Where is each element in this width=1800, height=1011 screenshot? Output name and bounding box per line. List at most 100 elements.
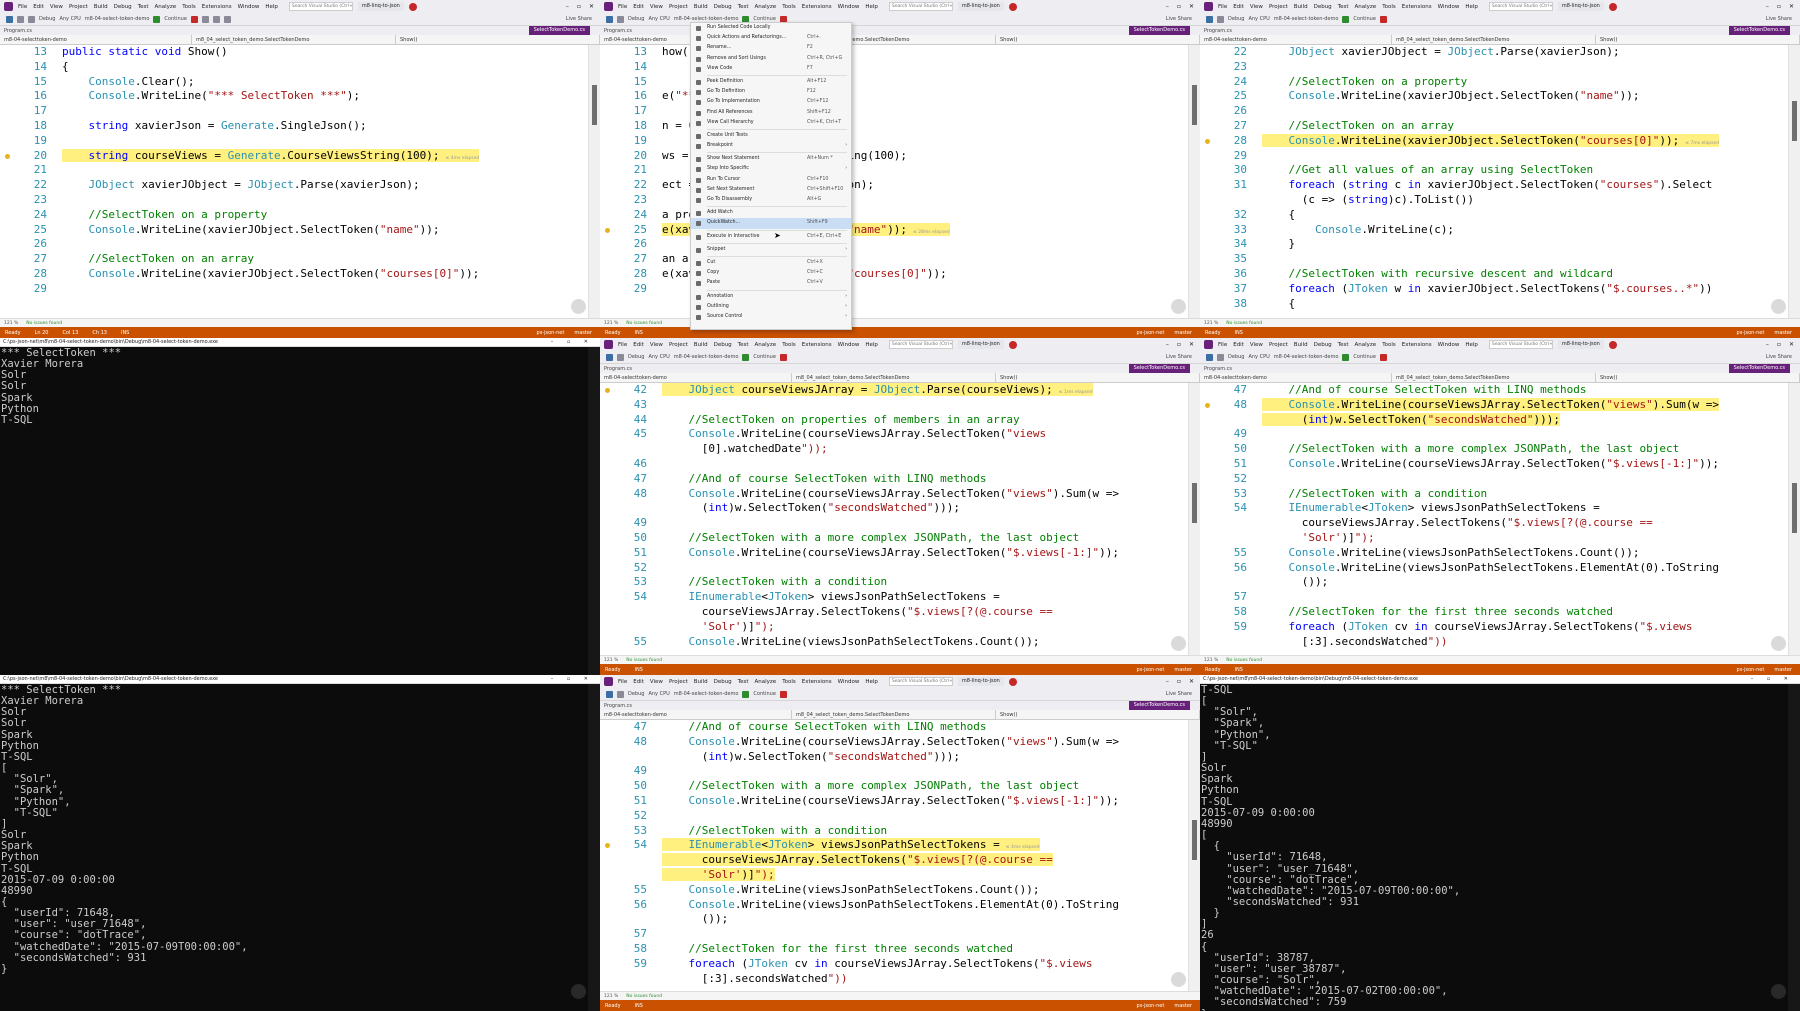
platform-select[interactable]: Any CPU <box>648 691 669 697</box>
search-input[interactable]: Search Visual Studio (Ctrl+Q) <box>888 2 953 11</box>
minimize-icon[interactable]: – <box>566 3 569 10</box>
code-line[interactable]: 27 //SelectToken on an array <box>1200 119 1788 134</box>
code-line[interactable]: 48 Console.WriteLine(courseViewsJArray.S… <box>600 487 1188 502</box>
window-controls[interactable]: – ▫ ✕ <box>1766 341 1800 348</box>
code-line[interactable]: 50 //SelectToken with a more complex JSO… <box>600 531 1188 546</box>
avatar[interactable] <box>1608 2 1617 11</box>
platform-select[interactable]: Any CPU <box>1248 354 1269 360</box>
code-line[interactable]: 20 string courseViews = Generate.CourseV… <box>0 148 588 164</box>
code-line[interactable]: 54 IEnumerable<JToken> viewsJsonPathSele… <box>600 590 1188 605</box>
forward-icon[interactable] <box>1217 15 1224 23</box>
close-icon[interactable]: ✕ <box>1789 341 1794 348</box>
code-line[interactable]: 14 { <box>0 60 588 75</box>
zoom-level[interactable]: 121 % <box>1204 321 1218 326</box>
tab-program[interactable]: Program.cs <box>1200 366 1232 372</box>
tab-program[interactable]: Program.cs <box>600 703 632 709</box>
menu-item-extensions[interactable]: Extensions <box>802 679 832 685</box>
menu-item-edit[interactable]: Edit <box>1233 342 1244 348</box>
play-icon[interactable] <box>742 353 750 361</box>
tab-program[interactable]: Program.cs <box>600 366 632 372</box>
avatar[interactable] <box>1008 2 1017 11</box>
menu-item-help[interactable]: Help <box>865 4 878 10</box>
context-menu-item-go-to-disassembly[interactable]: Go To Disassembly Alt+G <box>691 195 851 205</box>
current-statement-icon[interactable] <box>5 153 10 159</box>
back-icon[interactable] <box>606 15 613 23</box>
minimize-icon[interactable]: – <box>1766 341 1769 348</box>
menu-item-file[interactable]: File <box>1218 342 1227 348</box>
startup-project-select[interactable]: m8-04-select-token-demo <box>1274 16 1339 22</box>
code-line[interactable]: 15 Console.Clear(); <box>0 75 588 90</box>
menu-item-help[interactable]: Help <box>1465 342 1478 348</box>
status-branch[interactable]: master <box>1774 667 1792 673</box>
nav-method-dropdown[interactable]: Show() <box>996 373 1200 382</box>
menu-item-view[interactable]: View <box>650 679 663 685</box>
menu-item-file[interactable]: File <box>1218 4 1227 10</box>
window-controls[interactable]: – ▫ ✕ <box>1166 341 1200 348</box>
code-line[interactable]: 33 Console.WriteLine(c); <box>1200 223 1788 238</box>
back-icon[interactable] <box>606 690 613 698</box>
context-menu-item-annotation[interactable]: Annotation › <box>691 292 851 302</box>
context-menu-item-add-watch[interactable]: Add Watch <box>691 208 851 218</box>
menu-item-window[interactable]: Window <box>1438 342 1460 348</box>
code-line[interactable]: 26 <box>1200 104 1788 119</box>
zoom-level[interactable]: 121 % <box>4 321 18 326</box>
code-line[interactable]: 23 <box>600 193 1188 208</box>
close-icon[interactable]: ✕ <box>1189 341 1194 348</box>
code-line[interactable]: [:3].secondsWatched")) <box>600 972 1188 987</box>
window-controls[interactable]: – ▫ ✕ <box>1166 3 1200 10</box>
code-editor[interactable]: 42 JObject courseViewsJArray = JObject.P… <box>600 383 1188 655</box>
config-select[interactable]: Debug <box>628 354 644 360</box>
status-repo[interactable]: ps-json-net <box>1737 667 1765 673</box>
save-icon[interactable] <box>28 15 35 23</box>
menu-item-build[interactable]: Build <box>694 342 708 348</box>
code-line[interactable]: 52 <box>600 561 1188 576</box>
code-line[interactable]: 53 //SelectToken with a condition <box>1200 487 1788 502</box>
editor-scrollbar[interactable] <box>1788 45 1800 318</box>
menu-item-window[interactable]: Window <box>238 4 260 10</box>
code-line[interactable]: 28e(xavierJObject.SelectToken("courses[0… <box>600 267 1188 282</box>
avatar[interactable] <box>1608 340 1617 349</box>
code-line[interactable]: 47 //And of course SelectToken with LINQ… <box>1200 383 1788 398</box>
code-line[interactable]: (c => (string)c).ToList()) <box>1200 193 1788 208</box>
menu-item-tools[interactable]: Tools <box>782 4 796 10</box>
nav-class-dropdown[interactable]: m8_04_select_token_demo.SelectTokenDemo <box>1392 373 1596 382</box>
code-line[interactable]: 49 <box>600 764 1188 779</box>
tab-selecttokendemo[interactable]: SelectTokenDemo.cs <box>1728 364 1790 373</box>
back-icon[interactable] <box>606 353 613 361</box>
live-share-button[interactable]: Live Share <box>566 16 600 22</box>
window-controls[interactable]: – ▫ ✕ <box>1166 678 1200 685</box>
menu-item-debug[interactable]: Debug <box>714 679 732 685</box>
platform-select[interactable]: Any CPU <box>1248 16 1269 22</box>
menu-item-build[interactable]: Build <box>1294 342 1308 348</box>
code-line[interactable]: 24 //SelectToken on a property <box>1200 75 1788 90</box>
status-branch[interactable]: master <box>1174 1003 1192 1009</box>
menu-item-view[interactable]: View <box>650 4 663 10</box>
perf-tip[interactable]: ≤ 4ms elapsed <box>1006 845 1040 850</box>
code-line[interactable]: 26 <box>600 237 1188 252</box>
code-line[interactable]: 54 IEnumerable<JToken> viewsJsonPathSele… <box>600 838 1188 853</box>
menu-item-window[interactable]: Window <box>838 679 860 685</box>
code-line[interactable]: 56 Console.WriteLine(viewsJsonPathSelect… <box>600 898 1188 913</box>
context-menu-item-rename[interactable]: Rename... F2 <box>691 43 851 53</box>
perf-tip[interactable]: ≤ 7ms elapsed <box>1685 141 1719 146</box>
startup-project-select[interactable]: m8-04-select-token-demo <box>85 16 150 22</box>
maximize-icon[interactable]: ▫ <box>1177 341 1181 348</box>
context-menu-item-step-into-specific[interactable]: Step Into Specific › <box>691 164 851 174</box>
issues-indicator[interactable]: No issues found <box>1226 658 1262 663</box>
play-icon[interactable] <box>1342 15 1350 23</box>
menu-item-debug[interactable]: Debug <box>714 342 732 348</box>
zoom-level[interactable]: 121 % <box>604 321 618 326</box>
maximize-icon[interactable]: ▫ <box>1777 341 1781 348</box>
code-line[interactable]: courseViewsJArray.SelectTokens("$.views[… <box>600 605 1188 620</box>
menu-item-test[interactable]: Test <box>738 679 749 685</box>
code-line[interactable]: 23 <box>0 193 588 208</box>
restart-icon[interactable] <box>201 15 209 23</box>
stop-icon[interactable] <box>1379 15 1387 23</box>
nav-project-dropdown[interactable]: m8-04-selecttoken-demo <box>600 373 792 382</box>
console-scrollbar[interactable] <box>1788 684 1800 1011</box>
code-line[interactable]: 52 <box>600 809 1188 824</box>
code-line[interactable]: 37 foreach (JToken w in xavierJObject.Se… <box>1200 282 1788 297</box>
code-line[interactable]: 48 Console.WriteLine(courseViewsJArray.S… <box>1200 397 1788 413</box>
code-line[interactable]: 58 //SelectToken for the first three sec… <box>600 942 1188 957</box>
code-line[interactable]: 'Solr')]"); <box>1200 531 1788 546</box>
